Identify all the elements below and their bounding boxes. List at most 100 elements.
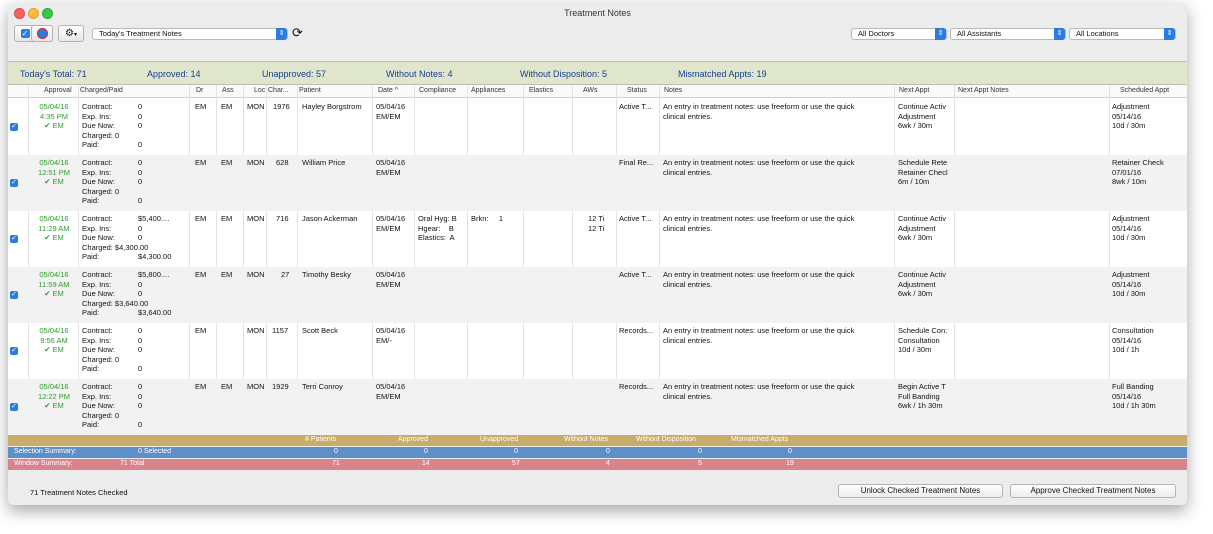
approval-cell: 05/04/16 9:56 AM ✔ EM <box>39 326 69 354</box>
table-row[interactable]: ✓ 05/04/16 4:35 PM ✔ EM Contract: Exp. I… <box>8 99 1187 155</box>
locations-select[interactable]: All Locations ⇕ <box>1069 28 1176 40</box>
column-header[interactable]: Next Appt Notes <box>958 87 1009 94</box>
notes-cell[interactable]: An entry in treatment notes: use freefor… <box>663 270 854 289</box>
next-appt-cell: Schedule Rete Retainer Checl 6m / 10m <box>898 158 948 186</box>
assistants-select-value: All Assistants <box>957 29 1002 38</box>
assistant-cell: EM <box>221 158 233 167</box>
scheduled-appt-cell: Retainer Check 07/01/16 8wk / 10m <box>1112 158 1164 186</box>
patient-cell[interactable]: Terri Conroy <box>302 382 343 392</box>
table-row[interactable]: ✓ 05/04/16 12:51 PM ✔ EM Contract: Exp. … <box>8 155 1187 211</box>
column-header[interactable]: Status <box>627 87 647 94</box>
approval-cell: 05/04/16 11:29 AM ✔ EM <box>38 214 70 242</box>
title-bar: Treatment Notes <box>8 3 1187 23</box>
next-appt-cell: Begin Active T Full Banding 6wk / 1h 30m <box>898 382 946 410</box>
patient-cell[interactable]: Jason Ackerman <box>302 214 357 224</box>
zoom-window-button[interactable] <box>42 8 53 19</box>
selection-without-disposition: 0 <box>698 448 702 455</box>
scheduled-appt-cell: Adjustment 05/14/16 10d / 30m <box>1112 270 1150 298</box>
column-header[interactable]: Dr <box>196 87 203 94</box>
next-appt-cell: Schedule Con: Consultation 10d / 30m <box>898 326 948 354</box>
row-checkbox[interactable]: ✓ <box>10 347 18 355</box>
patient-cell[interactable]: Hayley Borgstrom <box>302 102 362 112</box>
row-checkbox[interactable]: ✓ <box>10 179 18 187</box>
column-header[interactable]: Appliances <box>471 87 505 94</box>
notes-cell[interactable]: An entry in treatment notes: use freefor… <box>663 102 854 121</box>
notes-cell[interactable]: An entry in treatment notes: use freefor… <box>663 158 854 177</box>
doctor-cell: EM <box>195 214 207 223</box>
select-arrows-icon: ⇕ <box>1054 28 1065 40</box>
window-without-notes: 4 <box>606 460 610 467</box>
table-row[interactable]: ✓ 05/04/16 9:56 AM ✔ EM Contract: Exp. I… <box>8 323 1187 379</box>
approval-cell: 05/04/16 4:35 PM ✔ EM <box>39 102 69 130</box>
status-cell: Active T... <box>619 270 652 279</box>
doctors-select[interactable]: All Doctors ⇕ <box>851 28 947 40</box>
location-cell: MON <box>247 102 265 111</box>
unlock-checked-button[interactable]: Unlock Checked Treatment Notes <box>838 484 1003 498</box>
charged-labels: Contract: Exp. Ins: Due Now: Charged: 0 … <box>82 326 120 373</box>
column-header-sorted[interactable]: Date ^ <box>378 87 398 94</box>
column-header[interactable]: Next Appt <box>899 87 929 94</box>
charged-values: 0 0 0 0 <box>138 102 143 149</box>
notes-cell[interactable]: An entry in treatment notes: use freefor… <box>663 326 854 345</box>
settings-gear-button[interactable]: ⚙▾ <box>58 25 84 42</box>
band-header-approved: Approved <box>398 436 428 443</box>
column-header[interactable]: Approval <box>44 87 72 94</box>
column-header[interactable]: Charged/Paid <box>80 87 123 94</box>
column-header[interactable]: AWs <box>583 87 598 94</box>
column-header[interactable]: Char... <box>268 87 289 94</box>
row-checkbox[interactable]: ✓ <box>10 291 18 299</box>
refresh-icon[interactable]: ⟳ <box>292 25 303 41</box>
column-header[interactable]: Scheduled Appt <box>1120 87 1169 94</box>
location-cell: MON <box>247 326 265 335</box>
chart-cell: 1976 <box>273 102 290 111</box>
status-cell: Records... <box>619 326 654 335</box>
row-checkbox[interactable]: ✓ <box>10 123 18 131</box>
date-cell: 05/04/16 EM/EM <box>376 214 406 233</box>
column-header[interactable]: Compliance <box>419 87 456 94</box>
column-header[interactable]: Ass <box>222 87 234 94</box>
table-row[interactable]: ✓ 05/04/16 12:22 PM ✔ EM Contract: Exp. … <box>8 379 1187 435</box>
approve-checked-button[interactable]: Approve Checked Treatment Notes <box>1010 484 1176 498</box>
scheduled-appt-cell: Consultation 05/14/16 10d / 1h <box>1112 326 1154 354</box>
table-row[interactable]: ✓ 05/04/16 11:29 AM ✔ EM Contract: Exp. … <box>8 211 1187 267</box>
minimize-window-button[interactable] <box>28 8 39 19</box>
scheduled-appt-cell: Full Banding 05/14/16 10d / 1h 30m <box>1112 382 1156 410</box>
notes-cell[interactable]: An entry in treatment notes: use freefor… <box>663 214 854 233</box>
table-row[interactable]: ✓ 05/04/16 11:59 AM ✔ EM Contract: Exp. … <box>8 267 1187 323</box>
notes-cell[interactable]: An entry in treatment notes: use freefor… <box>663 382 854 401</box>
uncheck-all-button[interactable] <box>31 25 53 42</box>
summary-without-disposition: Without Disposition: 5 <box>520 69 608 79</box>
selection-mismatched: 0 <box>788 448 792 455</box>
doctors-select-value: All Doctors <box>858 29 895 38</box>
selection-summary-label: Selection Summary: <box>14 448 77 455</box>
close-window-button[interactable] <box>14 8 25 19</box>
patient-cell[interactable]: Scott Beck <box>302 326 338 336</box>
row-checkbox[interactable]: ✓ <box>10 403 18 411</box>
patient-cell[interactable]: William Price <box>302 158 345 168</box>
view-select[interactable]: Today's Treatment Notes ⇕ <box>92 28 288 40</box>
assistants-select[interactable]: All Assistants ⇕ <box>950 28 1066 40</box>
table-header: Approval Charged/Paid Dr Ass Loc Char...… <box>8 85 1187 98</box>
patient-cell[interactable]: Timothy Besky <box>302 270 351 280</box>
scheduled-appt-cell: Adjustment 05/14/16 10d / 30m <box>1112 214 1150 242</box>
status-cell: Active T... <box>619 102 652 111</box>
assistant-cell: EM <box>221 214 233 223</box>
location-cell: MON <box>247 214 265 223</box>
charged-labels: Contract: Exp. Ins: Due Now: Charged: 0 … <box>82 102 120 149</box>
row-checkbox[interactable]: ✓ <box>10 235 18 243</box>
selection-without-notes: 0 <box>606 448 610 455</box>
column-header[interactable]: Loc <box>254 87 265 94</box>
column-header[interactable]: Notes <box>664 87 682 94</box>
window-without-disposition: 5 <box>698 460 702 467</box>
charged-values: $5,400.... 0 0 $4,300.00 <box>138 214 172 261</box>
charged-labels: Contract: Exp. Ins: Due Now: Charged: 0 … <box>82 158 120 205</box>
summary-approved: Approved: 14 <box>147 69 201 79</box>
column-header[interactable]: Elastics <box>529 87 553 94</box>
assistant-cell: EM <box>221 102 233 111</box>
date-cell: 05/04/16 EM/EM <box>376 270 406 289</box>
charged-values: 0 0 0 0 <box>138 158 143 205</box>
checked-count-status: 71 Treatment Notes Checked <box>30 488 128 497</box>
charged-values: 0 0 0 0 <box>138 382 143 429</box>
doctor-cell: EM <box>195 270 207 279</box>
column-header[interactable]: Patient <box>299 87 321 94</box>
